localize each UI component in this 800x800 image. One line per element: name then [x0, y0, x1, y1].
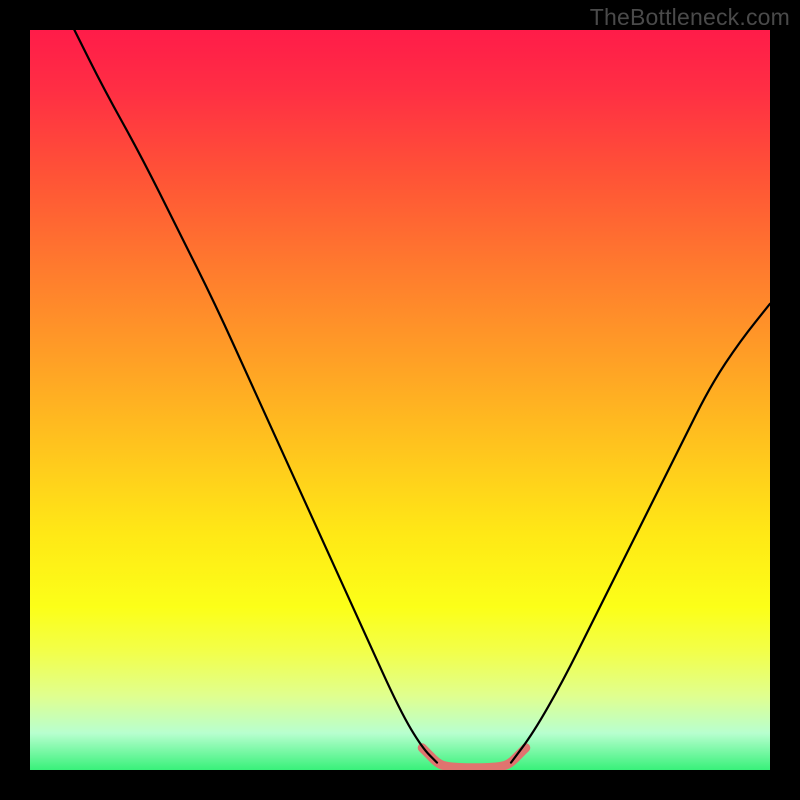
watermark-text: TheBottleneck.com [590, 4, 790, 31]
plot-area [30, 30, 770, 770]
left-curve-path [74, 30, 437, 763]
right-curve-path [511, 304, 770, 763]
chart-frame: TheBottleneck.com [0, 0, 800, 800]
curve-overlay [30, 30, 770, 770]
valley-highlight-path [422, 748, 526, 768]
